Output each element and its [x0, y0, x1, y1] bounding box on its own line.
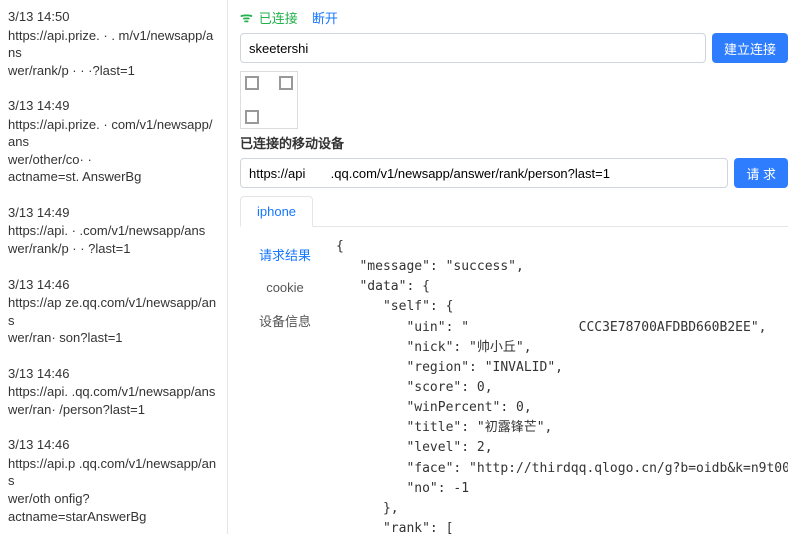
history-item[interactable]: 3/13 14:46https://api. .qq.com/v1/newsap… — [0, 361, 227, 433]
qr-code — [240, 71, 298, 129]
nav-device[interactable]: 设备信息 — [240, 303, 330, 338]
history-item[interactable]: 3/13 14:46https://api.p .qq.com/v1/newsa… — [0, 432, 227, 534]
history-item[interactable]: 3/13 14:46https://ap ze.qq.com/v1/newsap… — [0, 272, 227, 361]
detail-nav: 请求结果 cookie 设备信息 — [240, 237, 330, 534]
connection-status: ᯤ 已连接 断开 — [240, 8, 788, 27]
device-tabs: iphone — [240, 196, 788, 227]
tab-iphone[interactable]: iphone — [240, 196, 313, 227]
history-item[interactable]: 3/13 14:49https://api.prize. · com/v1/ne… — [0, 93, 227, 200]
history-sidebar: 3/13 14:50https://api.prize. · . m/v1/ne… — [0, 0, 228, 534]
history-item[interactable]: 3/13 14:49https://api. · .com/v1/newsapp… — [0, 200, 227, 272]
connect-button[interactable]: 建立连接 — [712, 33, 788, 63]
connect-input[interactable] — [240, 33, 706, 63]
main-panel: ᯤ 已连接 断开 建立连接 已连接的移动设备 请 求 iphone 请求结果 c… — [228, 0, 800, 534]
connected-devices-label: 已连接的移动设备 — [240, 133, 788, 152]
disconnect-link[interactable]: 断开 — [312, 8, 338, 27]
history-item[interactable]: 3/13 14:50https://api.prize. · . m/v1/ne… — [0, 4, 227, 93]
response-json: { "message": "success", "data": { "self"… — [330, 237, 788, 534]
nav-cookie[interactable]: cookie — [240, 272, 330, 303]
url-input[interactable] — [240, 158, 728, 188]
request-button[interactable]: 请 求 — [734, 158, 788, 188]
nav-result[interactable]: 请求结果 — [240, 237, 330, 272]
connected-label: 已连接 — [259, 8, 298, 27]
wifi-icon: ᯤ — [240, 8, 253, 27]
